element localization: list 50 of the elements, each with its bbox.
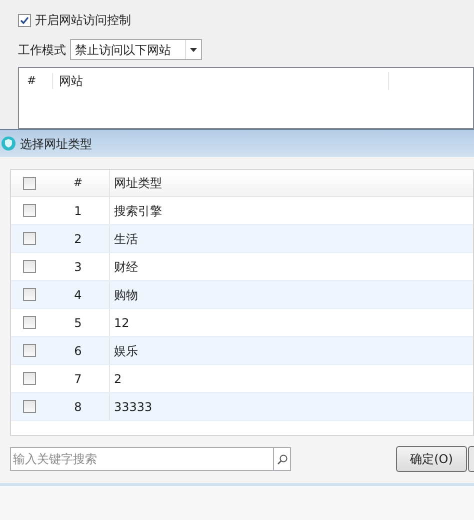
table-row[interactable]: 4 购物: [11, 281, 473, 309]
work-mode-label: 工作模式: [18, 42, 66, 58]
type-cell: 娱乐: [109, 337, 473, 364]
search-field[interactable]: 输入关键字搜索: [10, 447, 273, 471]
table-row[interactable]: 1 搜索引擎: [11, 197, 473, 225]
type-cell: 生活: [109, 225, 473, 252]
table-row[interactable]: 6 娱乐: [11, 337, 473, 365]
column-header[interactable]: 网站: [53, 72, 389, 90]
index-cell-text: 1: [73, 202, 83, 220]
index-cell-text: 4: [73, 286, 83, 304]
checkbox[interactable]: [22, 204, 36, 217]
search-button[interactable]: [273, 447, 291, 471]
checkbox[interactable]: [22, 344, 36, 357]
column-header[interactable]: #: [19, 72, 53, 90]
table-row[interactable]: 3 财经: [11, 253, 473, 281]
column-header[interactable]: #: [47, 174, 109, 192]
type-cell: 12: [109, 309, 473, 336]
search-icon: [276, 454, 288, 464]
type-cell: 购物: [109, 281, 473, 308]
index-cell-text: 8: [73, 398, 83, 416]
checkbox[interactable]: [22, 288, 36, 301]
shield-icon: [1, 136, 16, 151]
type-cell: 财经: [109, 253, 473, 280]
index-cell-text: 6: [73, 342, 83, 360]
index-cell-text: 7: [73, 370, 83, 388]
index-cell-text: 5: [73, 314, 83, 332]
column-header[interactable]: 网址类型: [109, 170, 473, 196]
checkbox[interactable]: [22, 372, 36, 385]
type-cell: 搜索引擎: [109, 197, 473, 224]
checkbox[interactable]: [22, 232, 36, 245]
table-row[interactable]: 7 2: [11, 365, 473, 393]
checkbox[interactable]: [22, 260, 36, 273]
dialog-title: 选择网址类型: [20, 136, 92, 152]
button-edge[interactable]: [468, 446, 474, 472]
index-cell-text: 3: [73, 258, 83, 276]
table-row[interactable]: 8 33333: [11, 393, 473, 421]
type-cell: 2: [109, 365, 473, 392]
enable-control-label: 开启网站访问控制: [35, 12, 131, 29]
caret-icon: [190, 48, 197, 52]
checkbox[interactable]: [22, 400, 36, 413]
ok-button[interactable]: 确定(O): [396, 446, 467, 472]
check-icon: [20, 16, 29, 24]
checkbox[interactable]: [18, 14, 31, 26]
checkbox[interactable]: [22, 176, 36, 190]
table-row[interactable]: 5 12: [11, 309, 473, 337]
work-mode-dropdown[interactable]: 禁止访问以下网站: [70, 39, 202, 60]
type-cell: 33333: [109, 393, 473, 420]
checkbox[interactable]: [22, 316, 36, 329]
index-cell-text: 2: [73, 230, 83, 248]
table-row[interactable]: 2 生活: [11, 225, 473, 253]
